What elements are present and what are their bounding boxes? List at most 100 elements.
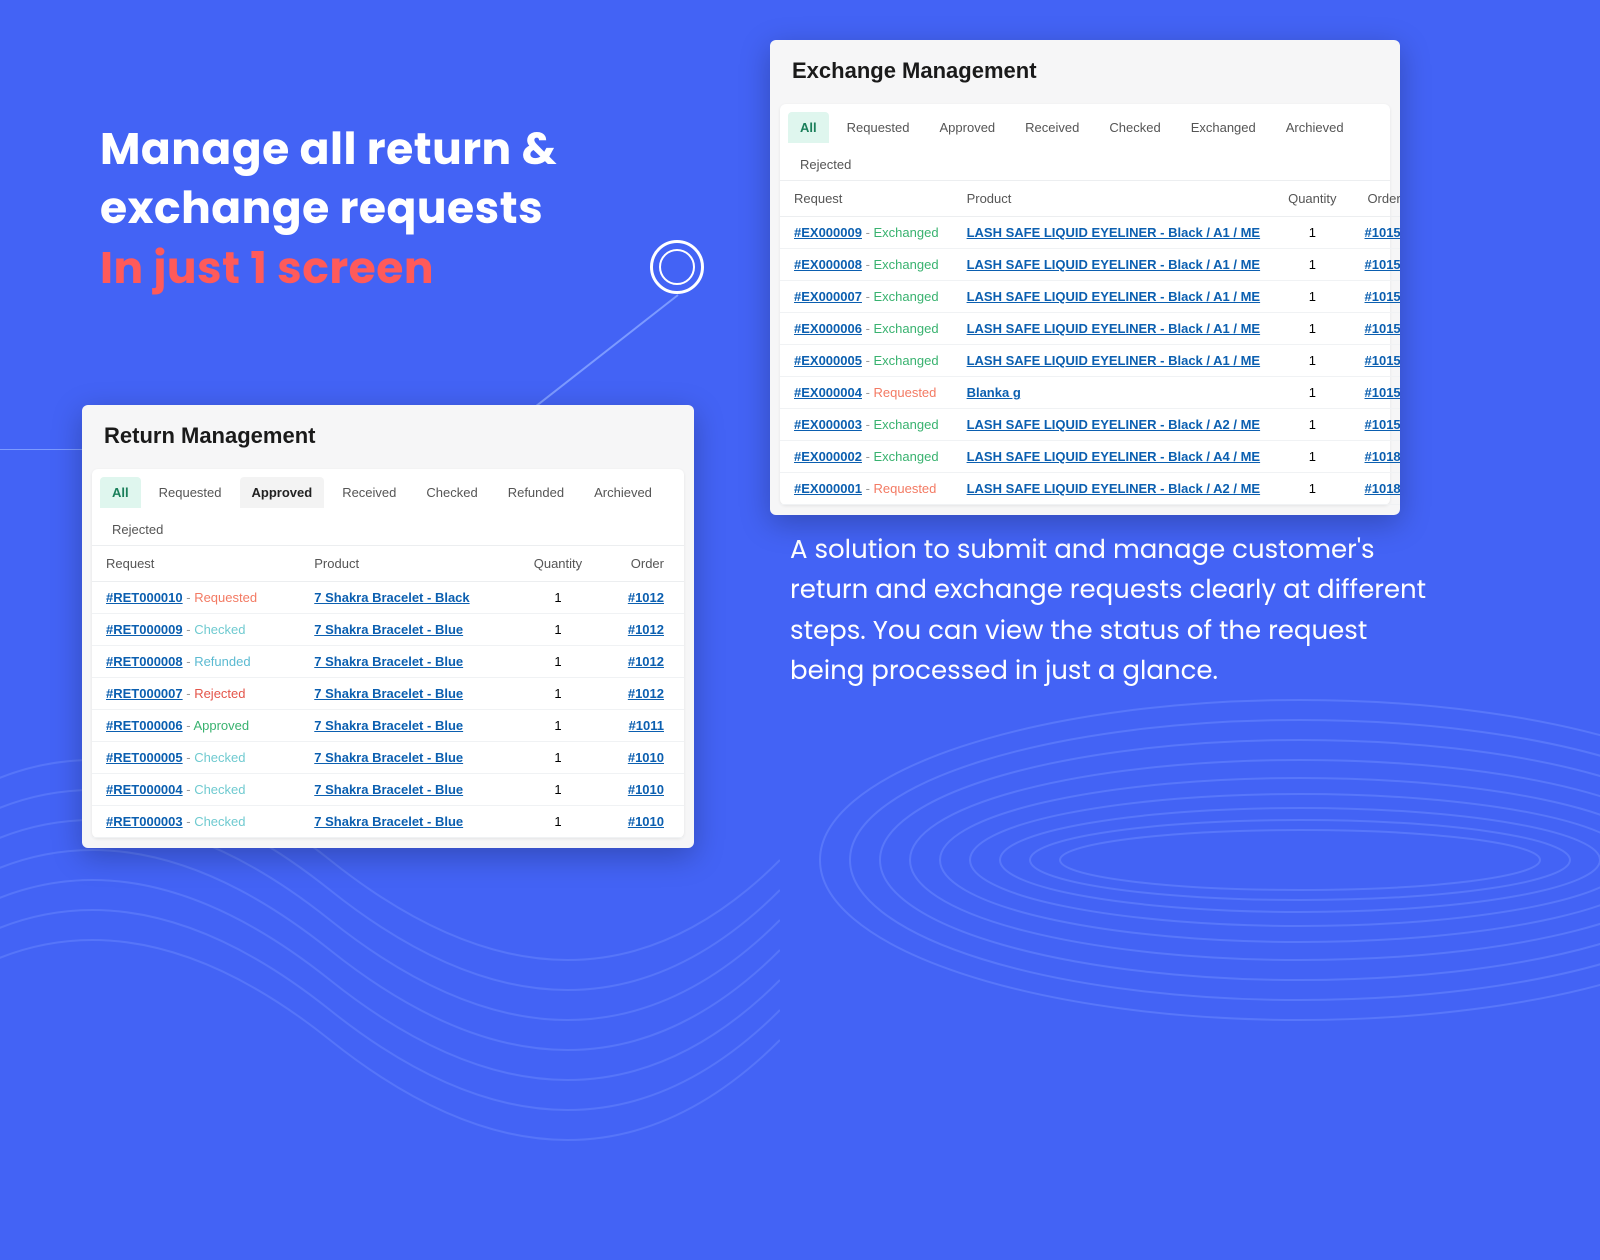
request-link[interactable]: #RET000004 <box>106 782 183 797</box>
separator: - <box>862 257 874 272</box>
request-link[interactable]: #RET000003 <box>106 814 183 829</box>
exchange-panel-title: Exchange Management <box>770 40 1400 94</box>
order-link[interactable]: #1018 <box>1365 449 1400 464</box>
table-row: #RET000004 - Checked7 Shakra Bracelet - … <box>92 774 684 806</box>
request-link[interactable]: #EX000003 <box>794 417 862 432</box>
request-link[interactable]: #EX000004 <box>794 385 862 400</box>
product-link[interactable]: LASH SAFE LIQUID EYELINER - Black / A1 /… <box>967 321 1261 336</box>
tab-rejected[interactable]: Rejected <box>788 149 863 180</box>
tab-approved[interactable]: Approved <box>928 112 1008 143</box>
quantity-cell: 1 <box>1274 377 1350 409</box>
status-label: Approved <box>193 718 249 733</box>
product-link[interactable]: 7 Shakra Bracelet - Blue <box>314 622 463 637</box>
order-link[interactable]: #1010 <box>628 782 664 797</box>
tab-approved[interactable]: Approved <box>240 477 325 508</box>
product-link[interactable]: LASH SAFE LIQUID EYELINER - Black / A2 /… <box>967 417 1261 432</box>
request-link[interactable]: #RET000010 <box>106 590 183 605</box>
request-link[interactable]: #RET000009 <box>106 622 183 637</box>
status-label: Exchanged <box>874 353 939 368</box>
request-link[interactable]: #EX000007 <box>794 289 862 304</box>
request-link[interactable]: #EX000001 <box>794 481 862 496</box>
tab-archieved[interactable]: Archieved <box>582 477 664 508</box>
order-link[interactable]: #1015 <box>1365 257 1400 272</box>
product-link[interactable]: 7 Shakra Bracelet - Blue <box>314 814 463 829</box>
quantity-cell: 1 <box>1274 313 1350 345</box>
tab-rejected[interactable]: Rejected <box>100 514 175 545</box>
product-link[interactable]: Blanka g <box>967 385 1021 400</box>
table-row: #EX000003 - ExchangedLASH SAFE LIQUID EY… <box>780 409 1400 441</box>
order-link[interactable]: #1015 <box>1365 289 1400 304</box>
order-link[interactable]: #1012 <box>628 590 664 605</box>
product-link[interactable]: 7 Shakra Bracelet - Black <box>314 590 469 605</box>
tab-exchanged[interactable]: Exchanged <box>1179 112 1268 143</box>
order-link[interactable]: #1015 <box>1365 225 1400 240</box>
separator: - <box>862 385 874 400</box>
product-link[interactable]: 7 Shakra Bracelet - Blue <box>314 782 463 797</box>
request-link[interactable]: #RET000008 <box>106 654 183 669</box>
order-link[interactable]: #1015 <box>1365 353 1400 368</box>
status-label: Exchanged <box>874 417 939 432</box>
request-link[interactable]: #EX000009 <box>794 225 862 240</box>
quantity-cell: 1 <box>1274 249 1350 281</box>
product-link[interactable]: LASH SAFE LIQUID EYELINER - Black / A4 /… <box>967 449 1261 464</box>
status-label: Rejected <box>194 686 245 701</box>
product-link[interactable]: 7 Shakra Bracelet - Blue <box>314 718 463 733</box>
separator: - <box>183 654 195 669</box>
request-link[interactable]: #EX000008 <box>794 257 862 272</box>
table-row: #RET000006 - Approved7 Shakra Bracelet -… <box>92 710 684 742</box>
separator: - <box>862 353 874 368</box>
tab-requested[interactable]: Requested <box>835 112 922 143</box>
headline-line-3: In just 1 screen <box>100 238 434 299</box>
product-link[interactable]: LASH SAFE LIQUID EYELINER - Black / A1 /… <box>967 353 1261 368</box>
tab-archieved[interactable]: Archieved <box>1274 112 1356 143</box>
order-link[interactable]: #1011 <box>629 718 664 733</box>
order-link[interactable]: #1015 <box>1365 385 1400 400</box>
status-label: Exchanged <box>874 257 939 272</box>
product-link[interactable]: LASH SAFE LIQUID EYELINER - Black / A2 /… <box>967 481 1261 496</box>
quantity-cell: 1 <box>514 710 603 742</box>
order-link[interactable]: #1010 <box>628 750 664 765</box>
table-row: #EX000004 - RequestedBlanka g1#1015 <box>780 377 1400 409</box>
tab-checked[interactable]: Checked <box>414 477 489 508</box>
order-link[interactable]: #1012 <box>628 622 664 637</box>
product-link[interactable]: LASH SAFE LIQUID EYELINER - Black / A1 /… <box>967 289 1261 304</box>
tab-received[interactable]: Received <box>1013 112 1091 143</box>
request-link[interactable]: #EX000006 <box>794 321 862 336</box>
exchange-col-product: Product <box>953 181 1275 217</box>
request-link[interactable]: #RET000007 <box>106 686 183 701</box>
table-row: #EX000007 - ExchangedLASH SAFE LIQUID EY… <box>780 281 1400 313</box>
order-link[interactable]: #1012 <box>628 686 664 701</box>
tab-all[interactable]: All <box>100 477 141 508</box>
return-panel-title: Return Management <box>82 405 694 459</box>
order-link[interactable]: #1015 <box>1365 321 1400 336</box>
product-link[interactable]: 7 Shakra Bracelet - Blue <box>314 750 463 765</box>
order-link[interactable]: #1010 <box>628 814 664 829</box>
order-link[interactable]: #1012 <box>628 654 664 669</box>
exchange-tabs: AllRequestedApprovedReceivedCheckedExcha… <box>780 104 1390 181</box>
order-link[interactable]: #1015 <box>1365 417 1400 432</box>
request-link[interactable]: #EX000002 <box>794 449 862 464</box>
order-link[interactable]: #1018 <box>1365 481 1400 496</box>
status-label: Requested <box>874 481 937 496</box>
request-link[interactable]: #RET000006 <box>106 718 183 733</box>
separator: - <box>862 481 874 496</box>
tab-checked[interactable]: Checked <box>1097 112 1172 143</box>
return-col-request: Request <box>92 546 300 582</box>
product-link[interactable]: 7 Shakra Bracelet - Blue <box>314 686 463 701</box>
product-link[interactable]: LASH SAFE LIQUID EYELINER - Black / A1 /… <box>967 257 1261 272</box>
separator: - <box>862 289 874 304</box>
tab-received[interactable]: Received <box>330 477 408 508</box>
table-row: #EX000006 - ExchangedLASH SAFE LIQUID EY… <box>780 313 1400 345</box>
exchange-col-quantity: Quantity <box>1274 181 1350 217</box>
request-link[interactable]: #EX000005 <box>794 353 862 368</box>
tab-refunded[interactable]: Refunded <box>496 477 576 508</box>
tab-all[interactable]: All <box>788 112 829 143</box>
separator: - <box>183 782 195 797</box>
tab-requested[interactable]: Requested <box>147 477 234 508</box>
request-link[interactable]: #RET000005 <box>106 750 183 765</box>
table-row: #EX000005 - Exchanged LASH SAFE LIQUID EY… <box>780 345 1400 377</box>
product-link[interactable]: LASH SAFE LIQUID EYELINER - Black / A1 /… <box>967 225 1261 240</box>
separator: - <box>183 686 195 701</box>
quantity-cell: 1 <box>514 806 603 838</box>
product-link[interactable]: 7 Shakra Bracelet - Blue <box>314 654 463 669</box>
